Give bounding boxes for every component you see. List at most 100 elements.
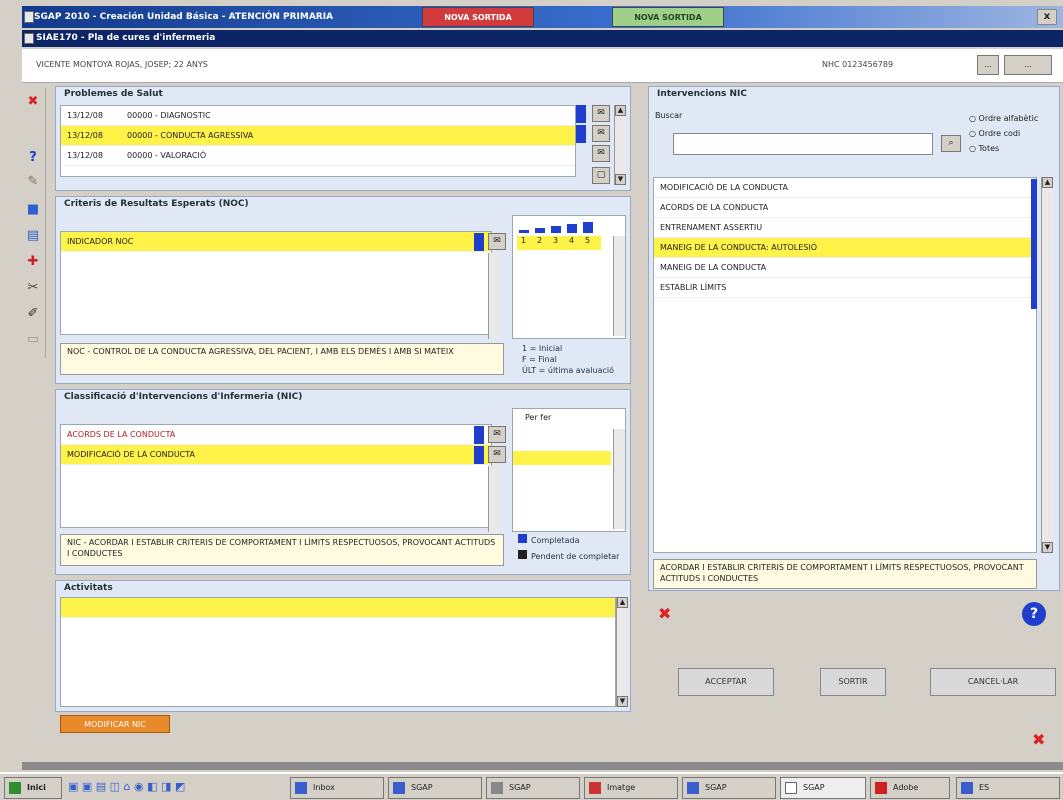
criteria-scrollbar[interactable]: [488, 253, 500, 339]
radio-alpha[interactable]: ○ Ordre alfabètic: [969, 111, 1038, 126]
app-icon: [785, 782, 797, 794]
scroll-up-icon[interactable]: ▲: [615, 105, 626, 116]
scroll-up-icon[interactable]: ▲: [617, 597, 628, 608]
help-icon[interactable]: ?: [24, 150, 42, 166]
edit-problem-button[interactable]: ✉: [592, 145, 610, 162]
close-icon[interactable]: x: [1037, 9, 1057, 25]
form-title: SIAE170 - Pla de cures d'infermeria: [36, 33, 216, 43]
intervention-marker: [474, 446, 484, 464]
help-icon[interactable]: ?: [1022, 602, 1046, 626]
problems-scrollbar[interactable]: ▲ ▼: [614, 105, 626, 185]
taskbar-item-active[interactable]: SGAP: [780, 777, 866, 799]
scroll-down-icon[interactable]: ▼: [615, 174, 626, 185]
patient-button-1[interactable]: ...: [977, 55, 999, 75]
taskbar-item[interactable]: Adobe: [870, 777, 950, 799]
exit-icon[interactable]: ✖: [24, 94, 42, 110]
radio-code[interactable]: ○ Ordre codi: [969, 126, 1038, 141]
interventions-legend: Completada Pendent de completar: [518, 534, 619, 562]
window-title: SGAP 2010 - Creación Unidad Básica - ATE…: [34, 12, 334, 22]
save-icon[interactable]: ■: [24, 202, 42, 218]
nic-markers: [1031, 179, 1037, 309]
start-button[interactable]: Inici: [4, 777, 62, 799]
pencil-icon[interactable]: ✐: [24, 306, 42, 322]
windows-icon: [9, 782, 21, 794]
criteria-row-selected[interactable]: INDICADOR NOC: [61, 232, 491, 252]
patient-name: VICENTE MONTOYA ROJAS, JOSEP; 22 ANYS: [36, 60, 208, 69]
taskbar-item[interactable]: SGAP: [388, 777, 482, 799]
nic-description: ACORDAR I ESTABLIR CRITERIS DE COMPORTAM…: [653, 559, 1037, 589]
edit-problem-button[interactable]: ✉: [592, 105, 610, 122]
criteria-description: NOC - CONTROL DE LA CONDUCTA AGRESSIVA, …: [60, 343, 504, 375]
problem-row[interactable]: 13/12/08 00000 - VALORACIÓ: [61, 146, 575, 166]
taskbar-item[interactable]: SGAP: [682, 777, 776, 799]
taskbar-item[interactable]: Imatge: [584, 777, 678, 799]
app-icon: [393, 782, 405, 794]
search-input[interactable]: [673, 133, 933, 155]
nic-item[interactable]: ACORDS DE LA CONDUCTA: [654, 198, 1036, 218]
scroll-down-icon[interactable]: ▼: [617, 696, 628, 707]
edit-icon[interactable]: ✎: [24, 174, 42, 190]
scale-scrollbar[interactable]: [613, 236, 625, 336]
nic-item[interactable]: ENTRENAMENT ASSERTIU: [654, 218, 1036, 238]
scroll-up-icon[interactable]: ▲: [1042, 177, 1053, 188]
patient-button-2[interactable]: ...: [1004, 55, 1052, 75]
cancel-button[interactable]: CANCEL·LAR: [930, 668, 1056, 696]
nic-title: Intervencions NIC: [657, 89, 747, 99]
criteria-scale-panel: 1 2 3 4 5: [512, 215, 626, 339]
form-icon: [24, 33, 34, 44]
interventions-list: ACORDS DE LA CONDUCTA MODIFICACIÓ DE LA …: [60, 424, 492, 528]
nic-item[interactable]: ESTABLIR LÍMITS: [654, 278, 1036, 298]
taskbar-item[interactable]: Inbox: [290, 777, 384, 799]
completed-icon: [518, 534, 527, 543]
radio-all[interactable]: ○ Totes: [969, 141, 1038, 156]
app-icon: [589, 782, 601, 794]
tools-icon[interactable]: ✂: [24, 280, 42, 296]
nic-item-selected[interactable]: MANEIG DE LA CONDUCTA: AUTOLESIÓ: [654, 238, 1036, 258]
tray-icon: [961, 782, 973, 794]
interventions-panel: Classificació d'Intervencions d'Infermer…: [55, 389, 631, 575]
document-icon[interactable]: ▤: [24, 228, 42, 244]
todo-scrollbar[interactable]: [613, 429, 625, 529]
patient-id: NHC 0123456789: [822, 60, 894, 69]
new-problem-button[interactable]: ▢: [592, 167, 610, 184]
exit-button[interactable]: SORTIR: [820, 668, 886, 696]
accept-button[interactable]: ACCEPTAR: [678, 668, 774, 696]
taskbar-item[interactable]: SGAP: [486, 777, 580, 799]
edit-intervention-button[interactable]: ✉: [488, 426, 506, 443]
app-icon: [24, 11, 34, 23]
patient-info-bar: VICENTE MONTOYA ROJAS, JOSEP; 22 ANYS NH…: [22, 49, 1063, 83]
activity-row-selected[interactable]: [61, 598, 615, 618]
taskbar: Inici ▣ ▣ ▤ ◫ ⌂ ◉ ◧ ◨ ◩ Inbox SGAP SGAP …: [0, 772, 1063, 800]
quick-launch-icons[interactable]: ▣ ▣ ▤ ◫ ⌂ ◉ ◧ ◨ ◩: [68, 780, 185, 793]
nic-item[interactable]: MODIFICACIÓ DE LA CONDUCTA: [654, 178, 1036, 198]
interventions-title: Classificació d'Intervencions d'Infermer…: [64, 392, 303, 402]
green-title-button[interactable]: NOVA SORTIDA: [612, 7, 724, 27]
search-button[interactable]: ⌕: [941, 135, 961, 152]
problem-row[interactable]: 13/12/08 00000 - DIAGNOSTIC: [61, 106, 575, 126]
criteria-list: INDICADOR NOC: [60, 231, 492, 335]
delete-icon[interactable]: ✖: [658, 604, 680, 624]
red-title-button[interactable]: NOVA SORTIDA: [422, 7, 534, 27]
nic-scrollbar[interactable]: ▲ ▼: [1041, 177, 1053, 553]
pdf-icon: [875, 782, 887, 794]
edit-criteria-button[interactable]: ✉: [488, 233, 506, 250]
problems-list: 13/12/08 00000 - DIAGNOSTIC 13/12/08 00000…: [60, 105, 576, 177]
problem-row-selected[interactable]: 13/12/08 00000 - CONDUCTA AGRESSIVA: [61, 126, 575, 146]
edit-problem-button[interactable]: ✉: [592, 125, 610, 142]
activities-scrollbar[interactable]: ▲ ▼: [616, 597, 628, 707]
interventions-scrollbar[interactable]: [488, 466, 500, 532]
intervention-row-selected[interactable]: MODIFICACIÓ DE LA CONDUCTA: [61, 445, 491, 465]
sort-options: ○ Ordre alfabètic ○ Ordre codi ○ Totes: [969, 111, 1038, 156]
scroll-down-icon[interactable]: ▼: [1042, 542, 1053, 553]
problems-title: Problemes de Salut: [64, 89, 163, 99]
alert-icon[interactable]: ✚: [24, 254, 42, 270]
nic-item[interactable]: MANEIG DE LA CONDUCTA: [654, 258, 1036, 278]
criteria-title: Criteris de Resultats Esperats (NOC): [64, 199, 249, 209]
intervention-row[interactable]: ACORDS DE LA CONDUCTA: [61, 425, 491, 445]
interventions-todo-panel: Per fer: [512, 408, 626, 532]
todo-row-selected[interactable]: [513, 451, 611, 465]
close-form-icon[interactable]: ✖: [1032, 730, 1045, 749]
scale-row[interactable]: 1 2 3 4 5: [517, 236, 601, 250]
edit-intervention-button[interactable]: ✉: [488, 446, 506, 463]
modify-nic-button[interactable]: MODIFICAR NIC: [60, 715, 170, 733]
